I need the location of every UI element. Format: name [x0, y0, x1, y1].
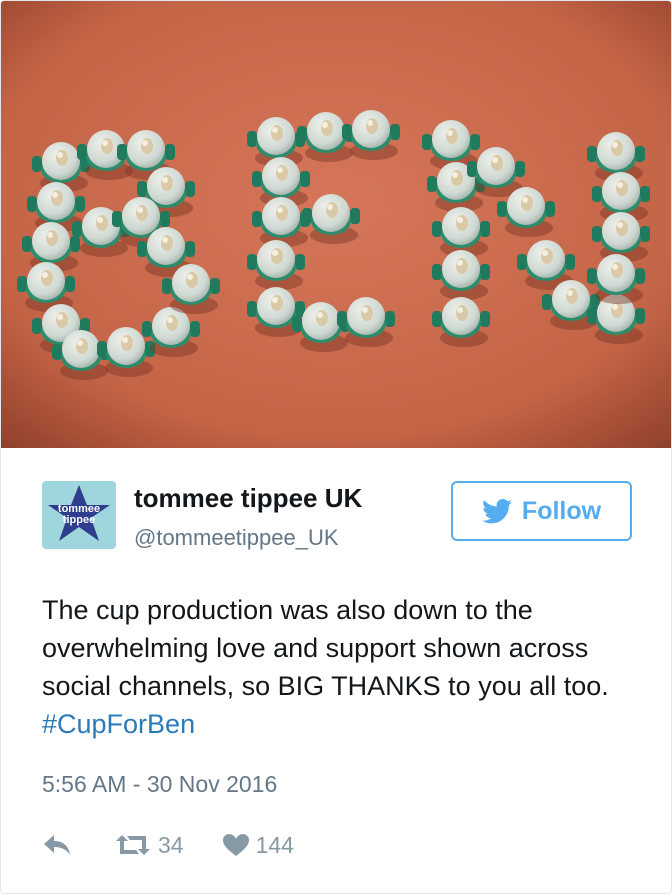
follow-button[interactable]: Follow: [451, 481, 632, 541]
like-button[interactable]: 144: [222, 832, 294, 859]
retweet-count: 34: [158, 831, 184, 858]
hashtag-link[interactable]: #CupForBen: [42, 709, 195, 739]
avatar-brand-line2: tippee: [62, 514, 96, 526]
reply-button[interactable]: [42, 833, 72, 857]
tweet-body: The cup production was also down to the …: [42, 595, 609, 701]
avatar[interactable]: tommee tippee: [42, 481, 116, 549]
tweet-actions: 34 144: [42, 827, 294, 863]
author-display-name[interactable]: tommee tippee UK: [134, 483, 362, 514]
reply-icon: [44, 835, 70, 855]
tweet-text: The cup production was also down to the …: [42, 591, 652, 743]
author-handle[interactable]: @tommeetippee_UK: [134, 525, 339, 551]
twitter-bird-icon: [481, 498, 512, 523]
follow-button-label: Follow: [521, 496, 602, 525]
heart-icon: [222, 834, 249, 856]
tweet-timestamp[interactable]: 5:56 AM - 30 Nov 2016: [42, 771, 277, 798]
like-count: 144: [255, 831, 294, 858]
tweet-card: tommee tippee tommee tippee UK @tommeeti…: [0, 0, 672, 894]
retweet-button[interactable]: 34: [114, 832, 184, 859]
tweet-photo[interactable]: [1, 1, 671, 448]
retweet-icon: [116, 835, 150, 855]
